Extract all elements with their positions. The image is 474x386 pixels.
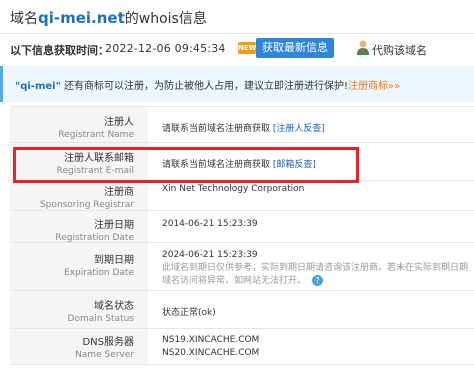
domain-status-value: 状态正常(ok) <box>162 308 216 318</box>
registration-date-value: 2014-06-21 15:23:39 <box>162 219 258 229</box>
highlight-annotation-box <box>13 147 359 183</box>
row-value: 状态正常(ok) <box>162 291 474 318</box>
name-server-1: NS19.XINCACHE.COM <box>162 335 260 345</box>
label-en: Sponsoring Registrar <box>39 200 134 210</box>
row-value: 2014-06-21 15:23:39 <box>162 211 474 229</box>
expiration-note-line-1: 此域名到期日仅供参考，实际到期日期请咨询该注册商。若未在实际到期日期 <box>162 263 469 273</box>
label-cn: 域名状态 <box>94 301 134 312</box>
row-label: 到期日期 Expiration Date <box>10 243 148 290</box>
tip-keyword: "qi-mei" <box>15 81 61 92</box>
table-row: DNS服务器 Name Server NS19.XINCACHE.COM NS2… <box>10 329 474 365</box>
tip-message: 还有商标可以注册，为防止被他人占用，建议立即注册进行保护! <box>60 81 348 92</box>
table-row: 域名状态 Domain Status 状态正常(ok) <box>10 291 474 329</box>
label-en: Registrant Name <box>58 130 134 140</box>
label-en: Domain Status <box>67 314 134 324</box>
trademark-tip-bar: "qi-mei" 还有商标可以注册，为防止被他人占用，建议立即注册进行保护!注册… <box>0 66 474 102</box>
table-row: 注册人 Registrant Name 请联系当前域名注册商获取 [注册人反查] <box>10 107 474 143</box>
refresh-whois-button[interactable]: 获取最新信息 <box>256 38 334 58</box>
title-prefix: 域名 <box>10 11 38 27</box>
fetch-time-label: 以下信息获取时间： <box>10 44 109 57</box>
row-label: 注册商 Sponsoring Registrar <box>10 181 148 210</box>
row-label: 域名状态 Domain Status <box>10 291 148 328</box>
fetch-time-value: 2022-12-06 09:45:34 <box>105 42 226 55</box>
label-cn: 注册商 <box>104 187 134 198</box>
registrar-value: Xin Net Technology Corporation <box>162 184 305 194</box>
new-badge: NEW <box>238 42 257 54</box>
expiration-note-text: 域名访问将异常，如网站无法打开。 <box>162 276 307 286</box>
label-cn: 注册人 <box>104 117 134 128</box>
row-value: 请联系当前域名注册商获取 [注册人反查] <box>162 107 474 134</box>
help-icon[interactable]: ? <box>312 275 324 286</box>
table-row: 注册商 Sponsoring Registrar Xin Net Technol… <box>10 181 474 211</box>
row-value: NS19.XINCACHE.COM NS20.XINCACHE.COM <box>162 329 474 360</box>
label-cn: 到期日期 <box>94 255 134 266</box>
row-value: 2024-06-21 15:23:39 此域名到期日仅供参考，实际到期日期请咨询… <box>162 243 474 288</box>
buy-domain-link[interactable]: 代购该域名 <box>372 42 427 58</box>
label-en: Expiration Date <box>63 268 134 278</box>
row-label: 注册日期 Registration Date <box>10 211 148 243</box>
domain-name: qi-mei.net <box>38 9 125 27</box>
table-row: 到期日期 Expiration Date 2024-06-21 15:23:39… <box>10 243 474 291</box>
trademark-tip-text: "qi-mei" 还有商标可以注册，为防止被他人占用，建议立即注册进行保护!注册… <box>15 77 400 92</box>
agent-person-icon <box>356 40 370 56</box>
register-trademark-link[interactable]: 注册商标»» <box>348 81 400 92</box>
row-label: 注册人 Registrant Name <box>10 107 148 142</box>
expiration-note-line-2: 域名访问将异常，如网站无法打开。? <box>162 275 474 288</box>
expiration-date-value: 2024-06-21 15:23:39 <box>162 250 258 260</box>
row-label: DNS服务器 Name Server <box>10 329 148 364</box>
label-cn: DNS服务器 <box>82 337 134 348</box>
registrant-name-value: 请联系当前域名注册商获取 <box>162 124 271 134</box>
whois-table: 注册人 Registrant Name 请联系当前域名注册商获取 [注册人反查]… <box>10 106 474 365</box>
title-bar: 域名qi-mei.net的whois信息 <box>0 0 474 34</box>
label-en: Registration Date <box>55 233 134 243</box>
page-title: 域名qi-mei.net的whois信息 <box>10 8 207 28</box>
label-en: Name Server <box>75 350 134 360</box>
label-cn: 注册日期 <box>94 220 134 231</box>
registrant-reverse-lookup-link[interactable]: [注册人反查] <box>273 124 325 134</box>
name-server-2: NS20.XINCACHE.COM <box>162 348 260 358</box>
table-row: 注册日期 Registration Date 2014-06-21 15:23:… <box>10 211 474 243</box>
title-suffix: 的whois信息 <box>124 11 207 27</box>
fetch-info-row: 以下信息获取时间： 2022-12-06 09:45:34 NEW 获取最新信息… <box>0 36 474 64</box>
